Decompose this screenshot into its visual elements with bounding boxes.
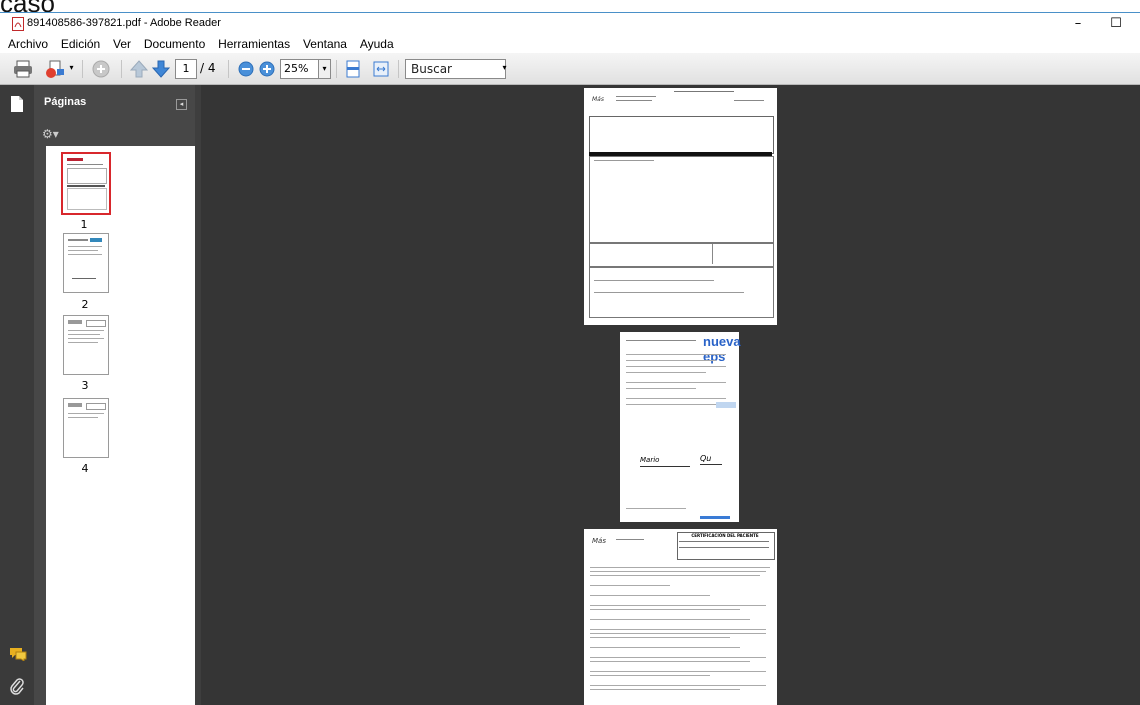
page-total-label: / 4 xyxy=(200,61,216,75)
menu-archivo[interactable]: Archivo xyxy=(8,35,48,53)
share-icon[interactable] xyxy=(44,59,66,79)
toolbar-separator xyxy=(121,60,122,78)
pages-panel-header: Páginas ◂ xyxy=(34,85,195,123)
menu-ver[interactable]: Ver xyxy=(113,35,131,53)
document-page-3: Más CERTIFICACIÓN DEL PACIENTE xyxy=(584,529,777,705)
maximize-button[interactable]: ☐ xyxy=(1106,15,1126,33)
thumbnail-label: 1 xyxy=(80,218,88,231)
menu-documento[interactable]: Documento xyxy=(144,35,205,53)
navigation-strip xyxy=(0,85,34,705)
options-gear-icon[interactable]: ⚙▾ xyxy=(42,127,59,141)
page-thumbnail-3[interactable] xyxy=(63,315,109,375)
menu-edicion[interactable]: Edición xyxy=(61,35,100,53)
menu-ventana[interactable]: Ventana xyxy=(303,35,347,53)
page-thumbnail-1[interactable] xyxy=(61,152,111,215)
search-dropdown-icon[interactable]: ▾ xyxy=(499,59,510,77)
share-dropdown-icon[interactable]: ▾ xyxy=(66,59,77,77)
page-thumbnail-4[interactable] xyxy=(63,398,109,458)
pdf-app-icon xyxy=(12,17,24,31)
zoom-in-icon[interactable] xyxy=(257,59,277,79)
toolbar-separator xyxy=(336,60,337,78)
zoom-level-input[interactable]: 25% xyxy=(280,59,320,79)
thumbnail-label: 2 xyxy=(81,298,89,311)
thumbnail-label: 3 xyxy=(81,379,89,392)
thumbnail-label: 4 xyxy=(81,462,89,475)
attachments-icon[interactable] xyxy=(9,677,25,695)
menu-herramientas[interactable]: Herramientas xyxy=(218,35,290,53)
document-page-1: Más xyxy=(584,88,777,325)
pages-panel-title: Páginas xyxy=(44,96,87,108)
print-icon[interactable] xyxy=(12,59,34,79)
fit-page-icon[interactable] xyxy=(343,59,363,79)
comments-panel-icon[interactable] xyxy=(9,647,27,661)
page-number-input[interactable]: 1 xyxy=(175,59,197,79)
page3-header: CERTIFICACIÓN DEL PACIENTE xyxy=(691,533,759,538)
zoom-dropdown-icon[interactable]: ▾ xyxy=(318,59,331,79)
toolbar-separator xyxy=(398,60,399,78)
thumbnail-list: 1 2 3 4 xyxy=(46,146,195,705)
menu-bar: Archivo Edición Ver Documento Herramient… xyxy=(0,35,1140,53)
page-thumbnail-2[interactable] xyxy=(63,233,109,293)
menu-ayuda[interactable]: Ayuda xyxy=(360,35,394,53)
toolbar: ▾ 1 / 4 25% ▾ Buscar ▾ xyxy=(0,53,1140,85)
search-input[interactable]: Buscar xyxy=(405,59,506,79)
document-page-2: nueva eps Mario Qu xyxy=(620,332,741,522)
toolbar-separator xyxy=(82,60,83,78)
next-page-icon[interactable] xyxy=(150,59,172,79)
window-title: 891408586-397821.pdf - Adobe Reader xyxy=(27,17,221,29)
window-titlebar: 891408586-397821.pdf - Adobe Reader – ☐ xyxy=(0,12,1140,35)
document-view: Más nueva eps Mario Qu Más CERTIFICACIÓN… xyxy=(201,85,1140,705)
toolbar-separator xyxy=(228,60,229,78)
minimize-button[interactable]: – xyxy=(1068,15,1088,33)
pages-panel: Páginas ◂ ⚙▾ 1 2 3 4 xyxy=(34,85,195,705)
comment-icon[interactable] xyxy=(90,59,112,79)
pages-panel-icon[interactable] xyxy=(10,95,24,113)
prev-page-icon[interactable] xyxy=(128,59,150,79)
zoom-out-icon[interactable] xyxy=(236,59,256,79)
panel-collapse-icon[interactable]: ◂ xyxy=(176,99,187,110)
fit-width-icon[interactable] xyxy=(371,59,391,79)
